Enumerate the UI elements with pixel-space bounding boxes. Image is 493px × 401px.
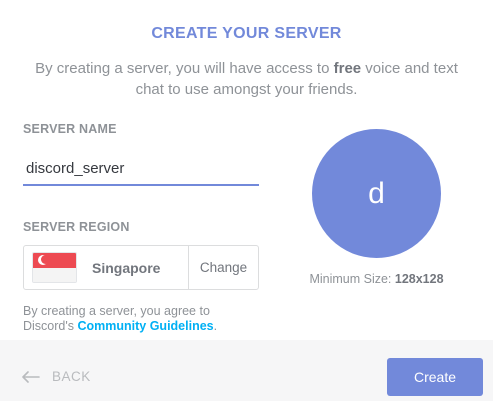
- server-region-label: SERVER REGION: [23, 220, 130, 234]
- minimum-size-note: Minimum Size: 128x128: [260, 272, 493, 286]
- server-name-input[interactable]: [23, 152, 259, 186]
- min-size-label: Minimum Size:: [309, 272, 395, 286]
- arrow-left-icon: [22, 370, 40, 383]
- server-icon-upload[interactable]: d: [312, 129, 441, 258]
- modal-subtitle: By creating a server, you will have acce…: [20, 58, 473, 100]
- create-button[interactable]: Create: [387, 358, 483, 396]
- agreement-text-end: .: [213, 319, 218, 333]
- subtitle-text-start: By creating a server, you will have acce…: [35, 60, 334, 77]
- change-region-button[interactable]: Change: [188, 246, 258, 289]
- server-region-selector: Singapore Change: [23, 245, 259, 290]
- agreement-text: By creating a server, you agree to Disco…: [23, 304, 263, 334]
- back-button[interactable]: BACK: [22, 369, 91, 384]
- modal-title: CREATE YOUR SERVER: [151, 25, 342, 42]
- create-server-modal: CREATE YOUR SERVER By creating a server,…: [0, 0, 493, 401]
- community-guidelines-link[interactable]: Community Guidelines: [77, 319, 213, 333]
- back-label: BACK: [52, 369, 91, 384]
- server-name-label: SERVER NAME: [23, 122, 117, 136]
- subtitle-bold: free: [333, 60, 362, 77]
- region-name: Singapore: [92, 260, 161, 276]
- singapore-flag-icon: [32, 252, 77, 283]
- modal-footer: BACK Create: [0, 340, 493, 401]
- min-size-value: 128x128: [394, 272, 444, 286]
